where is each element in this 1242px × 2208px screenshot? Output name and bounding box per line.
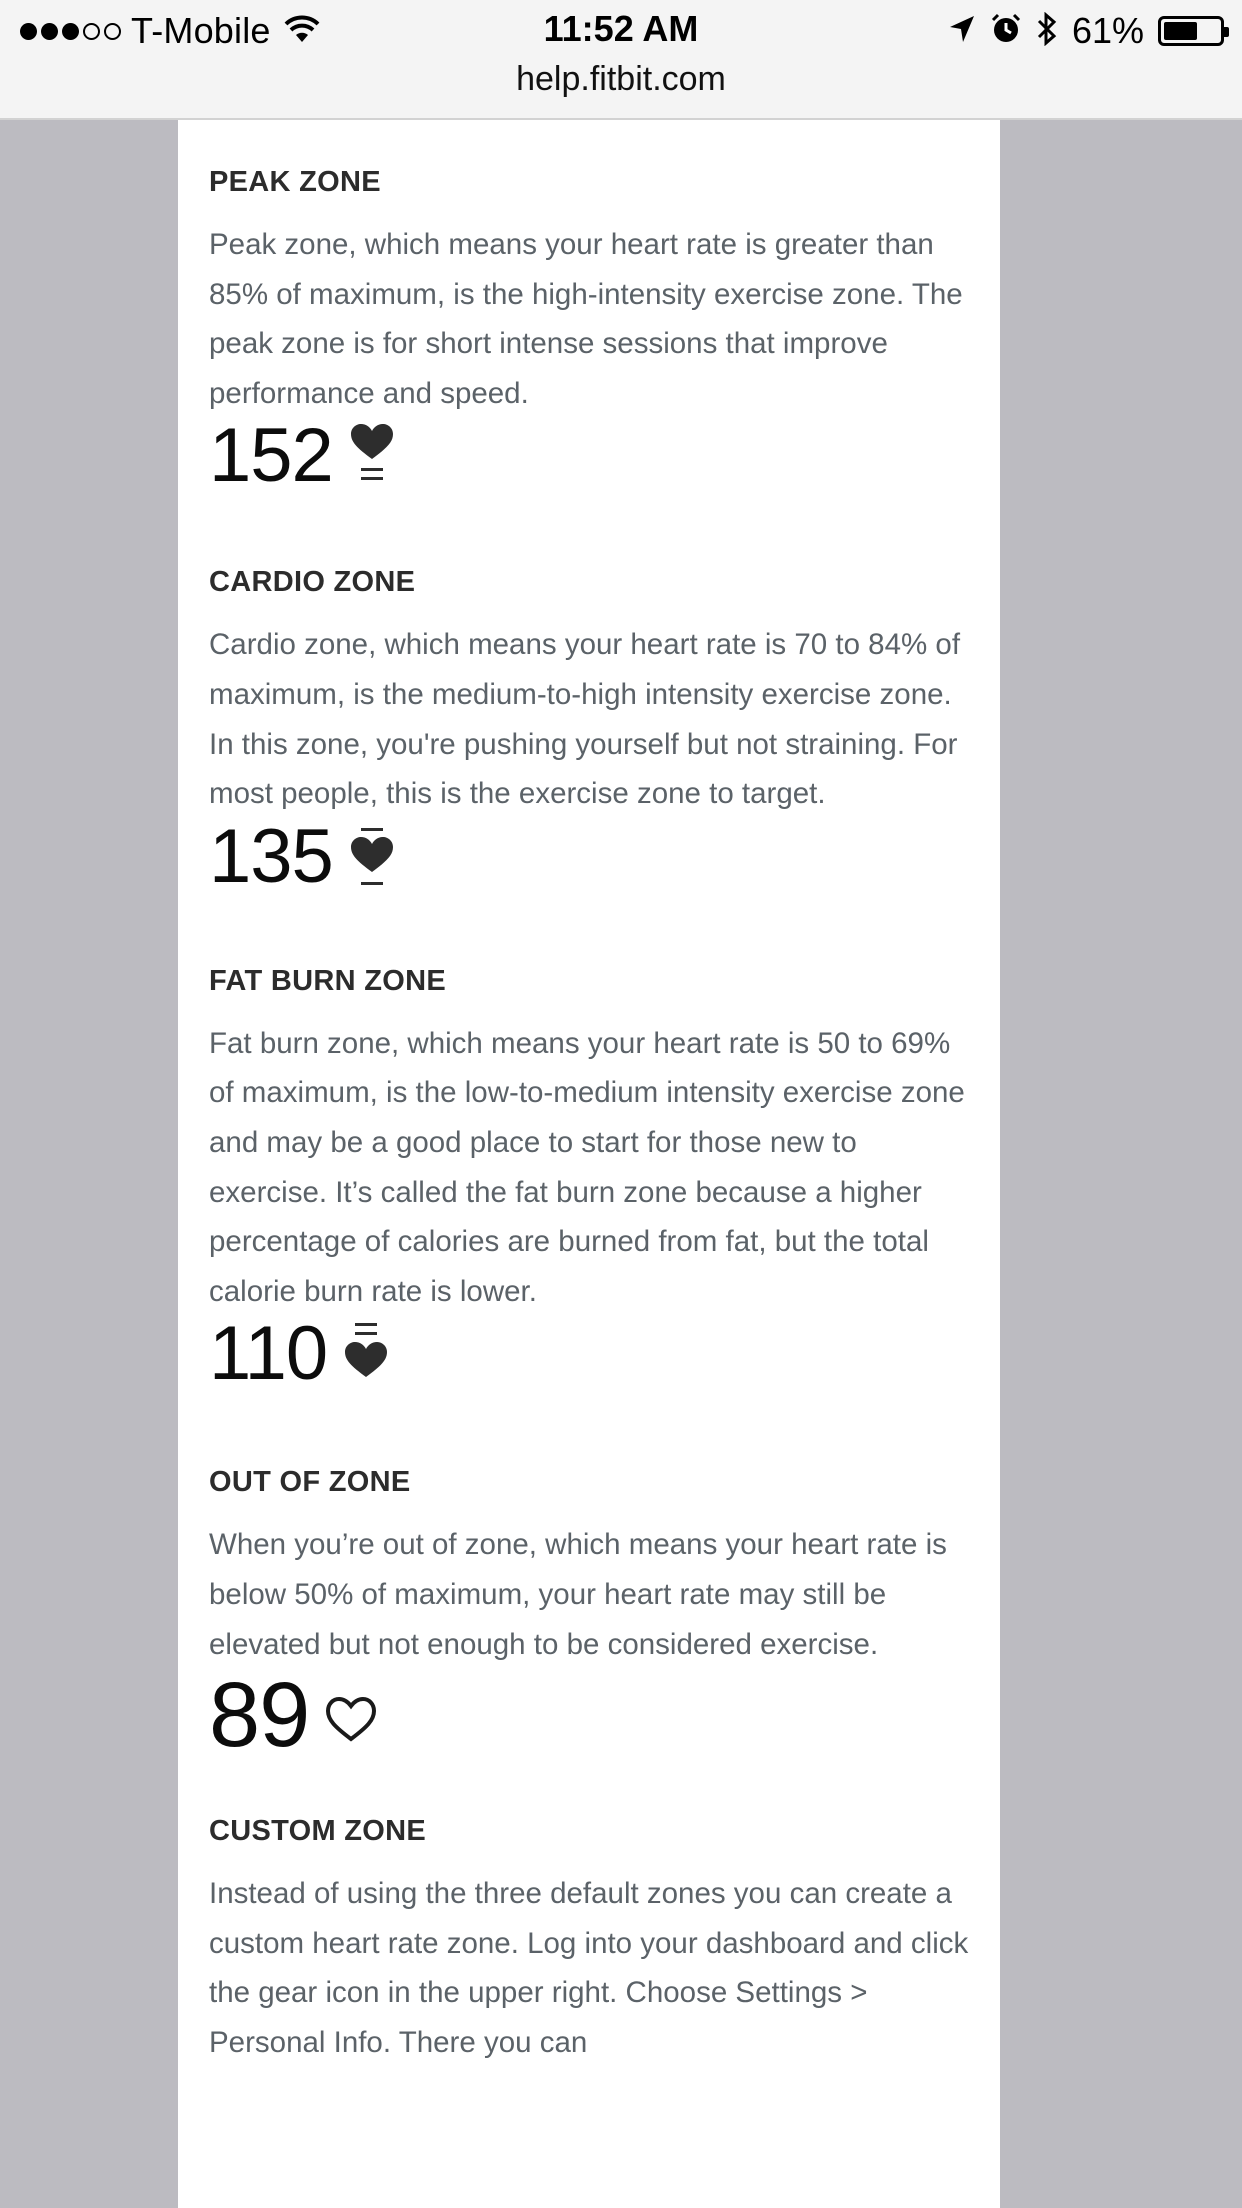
heart-rate-display: 152 — [209, 416, 970, 496]
zone-title: FAT BURN ZONE — [209, 964, 446, 997]
cardio-zone-section: CARDIO ZONE Cardio zone, which means you… — [209, 496, 970, 896]
location-arrow-icon — [948, 14, 976, 49]
peak-zone-section: PEAK ZONE Peak zone, which means your he… — [209, 120, 970, 496]
fat-burn-zone-section: FAT BURN ZONE Fat burn zone, which means… — [209, 897, 970, 1395]
heart-rate-value: 110 — [209, 1311, 328, 1397]
url-bar[interactable]: help.fitbit.com — [0, 60, 1242, 99]
heart-fat-burn-icon — [341, 1319, 391, 1389]
heart-rate-display: 135 — [209, 813, 970, 899]
battery-icon — [1158, 16, 1229, 46]
heart-rate-display: 110 — [209, 1314, 970, 1394]
heart-rate-value: 135 — [209, 813, 334, 899]
help-article-content: PEAK ZONE Peak zone, which means your he… — [178, 120, 1000, 2208]
out-of-zone-section: OUT OF ZONE When you’re out of zone, whi… — [209, 1394, 970, 1763]
heart-cardio-icon — [347, 822, 397, 892]
zone-description: Peak zone, which means your heart rate i… — [209, 228, 963, 410]
heart-peak-icon — [347, 421, 397, 491]
zone-title: PEAK ZONE — [209, 166, 381, 198]
heart-rate-display: 89 — [209, 1667, 970, 1763]
heart-outline-icon — [323, 1667, 377, 1763]
browser-top-bar: T-Mobile 11:52 AM 61% help.fitbit.com — [0, 0, 1242, 120]
zone-title: CUSTOM ZONE — [209, 1815, 427, 1848]
custom-zone-section: CUSTOM ZONE Instead of using the three d… — [209, 1763, 970, 2067]
zone-title: CARDIO ZONE — [209, 566, 416, 599]
zone-description: Fat burn zone, which means your heart ra… — [209, 1026, 965, 1308]
heart-rate-value: 152 — [209, 413, 334, 499]
zone-title: OUT OF ZONE — [209, 1466, 411, 1499]
bluetooth-icon — [1036, 11, 1058, 51]
zone-description: When you’re out of zone, which means you… — [209, 1528, 947, 1661]
zone-description: Cardio zone, which means your heart rate… — [209, 628, 961, 811]
zone-description: Instead of using the three default zones… — [209, 1877, 969, 2059]
heart-rate-value: 89 — [209, 1664, 310, 1767]
status-bar: T-Mobile 11:52 AM 61% — [0, 0, 1242, 62]
alarm-clock-icon — [990, 13, 1022, 50]
battery-percentage: 61% — [1071, 10, 1144, 51]
